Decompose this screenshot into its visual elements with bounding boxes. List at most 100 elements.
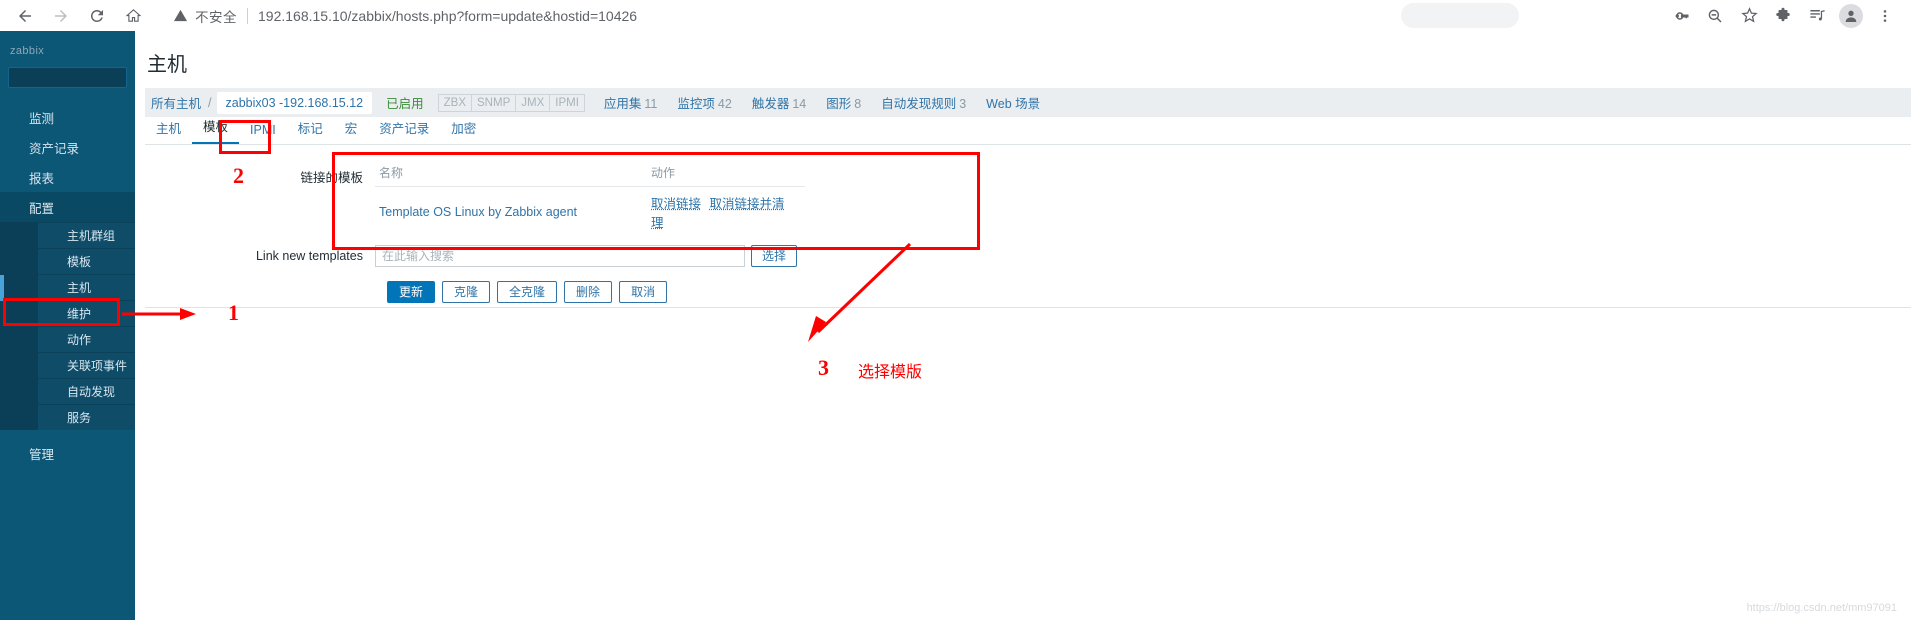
profile-avatar-icon[interactable] [1837, 2, 1865, 30]
badge-ipmi: IPMI [549, 93, 585, 112]
tab-label: 自动发现规则 [881, 97, 957, 111]
template-link[interactable]: Template OS Linux by Zabbix agent [379, 205, 577, 219]
template-name-cell: Template OS Linux by Zabbix agent [375, 187, 647, 238]
column-action: 动作 [647, 158, 805, 187]
linked-templates-label: 链接的模板 [300, 171, 363, 185]
tab-count: 3 [959, 97, 967, 111]
sidebar-item-label: 服务 [67, 411, 92, 425]
full-clone-button[interactable]: 全克隆 [497, 281, 558, 303]
extensions-puzzle-icon[interactable] [1769, 2, 1797, 30]
browser-action-icons [1667, 2, 1911, 30]
sidebar-menu: 监测 资产记录 报表 配置 主机群组 模板 主机 维护 动作 关联项事件 自动发… [0, 102, 135, 468]
sidebar-item-actions[interactable]: 动作 [38, 326, 135, 352]
interface-badges: ZBX SNMP JMX IPMI [437, 93, 585, 112]
linked-templates-row: 链接的模板 名称 动作 Template OS Linux by Zabbix … [145, 145, 1911, 237]
badge-jmx: JMX [515, 93, 551, 112]
clone-button[interactable]: 克隆 [442, 281, 491, 303]
tab-macros[interactable]: 宏 [334, 118, 369, 144]
select-button[interactable]: 选择 [751, 245, 798, 267]
host-status-badge: 已启用 [386, 97, 424, 111]
sidebar-item-inventory[interactable]: 资产记录 [0, 132, 135, 162]
key-icon[interactable] [1667, 2, 1695, 30]
unlink-link[interactable]: 取消链接 [651, 197, 701, 211]
page-title: 主机 [147, 54, 187, 76]
sidebar-search-input[interactable] [8, 67, 127, 88]
sidebar-item-reports[interactable]: 报表 [0, 162, 135, 192]
tab-encryption[interactable]: 加密 [440, 118, 487, 144]
breadcrumb-tab-graphs[interactable]: 图形 8 [826, 93, 861, 112]
sidebar-item-maintenance[interactable]: 维护 [38, 300, 135, 326]
sidebar-item-label: 模板 [67, 255, 92, 269]
reload-icon[interactable] [80, 2, 114, 30]
security-status-label: 不安全 [195, 9, 237, 25]
tab-host[interactable]: 主机 [145, 118, 192, 144]
template-action-cell: 取消链接 取消链接并清理 [647, 187, 805, 238]
update-button[interactable]: 更新 [387, 281, 436, 303]
avatar [1839, 3, 1863, 28]
home-icon[interactable] [116, 2, 150, 30]
media-playlist-icon[interactable] [1803, 2, 1831, 30]
breadcrumb-tab-applications[interactable]: 应用集 11 [604, 93, 658, 112]
sidebar-item-label: 管理 [29, 447, 55, 462]
tab-label: 触发器 [751, 97, 790, 111]
breadcrumb-tab-triggers[interactable]: 触发器 14 [752, 93, 806, 112]
breadcrumb-tab-discovery-rules[interactable]: 自动发现规则 3 [881, 93, 966, 112]
delete-button[interactable]: 删除 [564, 281, 613, 303]
kebab-menu-icon[interactable] [1871, 2, 1899, 30]
template-search-input[interactable] [375, 245, 745, 267]
tab-count: 11 [644, 97, 658, 111]
sidebar-item-label: 主机 [67, 281, 92, 295]
browser-nav-buttons [0, 2, 150, 30]
browser-toolbar: 不安全 192.168.15.10/zabbix/hosts.php?form=… [0, 0, 1911, 31]
tab-inventory[interactable]: 资产记录 [368, 118, 440, 144]
back-icon[interactable] [8, 2, 42, 30]
tab-templates[interactable]: 模板 [192, 116, 240, 144]
sidebar-item-discovery[interactable]: 自动发现 [38, 378, 135, 404]
form-buttons: 更新 克隆 全克隆 删除 取消 [387, 281, 1911, 303]
tab-tags[interactable]: 标记 [287, 118, 334, 144]
sidebar-item-label: 报表 [29, 171, 55, 186]
sidebar-item-administration[interactable]: 管理 [0, 438, 135, 468]
breadcrumb-separator: / [208, 95, 212, 110]
tab-ipmi[interactable]: IPMI [239, 123, 287, 144]
bookmark-star-icon[interactable] [1735, 2, 1763, 30]
template-search-group: 选择 [375, 245, 798, 267]
link-new-templates-row: Link new templates 选择 [145, 237, 1911, 267]
badge-zbx: ZBX [437, 93, 473, 112]
breadcrumb: 所有主机 / zabbix03 -192.168.15.12 已启用 ZBX S… [145, 88, 1040, 117]
sidebar-item-label: 监测 [29, 111, 55, 126]
zabbix-logo: zabbix [10, 45, 45, 57]
sidebar-item-label: 动作 [67, 333, 92, 347]
tab-label: 应用集 [603, 97, 642, 111]
form-tab-bar: 主机 模板 IPMI 标记 宏 资产记录 加密 [145, 117, 1911, 145]
badge-snmp: SNMP [471, 93, 517, 112]
linked-templates-table: 名称 动作 Template OS Linux by Zabbix agent … [375, 158, 805, 237]
breadcrumb-tab-web-scenarios[interactable]: Web 场景 [986, 93, 1040, 112]
zoom-out-icon[interactable] [1701, 2, 1729, 30]
tab-label: 图形 [826, 97, 852, 111]
sidebar-item-services[interactable]: 服务 [38, 404, 135, 430]
sidebar-item-label: 配置 [29, 201, 55, 216]
breadcrumb-tab-items[interactable]: 监控项 42 [677, 93, 731, 112]
not-secure-warning-icon [172, 7, 189, 24]
breadcrumb-all-hosts[interactable]: 所有主机 [145, 93, 205, 112]
tab-count: 42 [717, 97, 732, 111]
sidebar-item-host-groups[interactable]: 主机群组 [38, 222, 135, 248]
link-new-templates-label: Link new templates [255, 249, 363, 263]
tab-label: Web 场景 [986, 97, 1041, 111]
main-content: 主机 所有主机 / zabbix03 -192.168.15.12 已启用 ZB… [135, 31, 1911, 620]
sidebar-item-hosts[interactable]: 主机 [38, 274, 135, 300]
sidebar-item-event-correlation[interactable]: 关联项事件 [38, 352, 135, 378]
sidebar-submenu-configuration: 主机群组 模板 主机 维护 动作 关联项事件 自动发现 服务 [0, 222, 135, 430]
forward-icon[interactable] [44, 2, 78, 30]
sidebar-item-monitoring[interactable]: 监测 [0, 102, 135, 132]
sidebar-item-label: 资产记录 [29, 141, 80, 156]
url-text[interactable]: 192.168.15.10/zabbix/hosts.php?form=upda… [258, 8, 637, 24]
sidebar-item-configuration[interactable]: 配置 [0, 192, 135, 222]
sidebar-item-templates[interactable]: 模板 [38, 248, 135, 274]
cancel-button[interactable]: 取消 [619, 281, 668, 303]
tab-count: 8 [854, 97, 862, 111]
breadcrumb-current-host[interactable]: zabbix03 -192.168.15.12 [216, 91, 373, 114]
table-header-row: 名称 动作 [375, 158, 805, 187]
templates-form: 链接的模板 名称 动作 Template OS Linux by Zabbix … [145, 145, 1911, 308]
